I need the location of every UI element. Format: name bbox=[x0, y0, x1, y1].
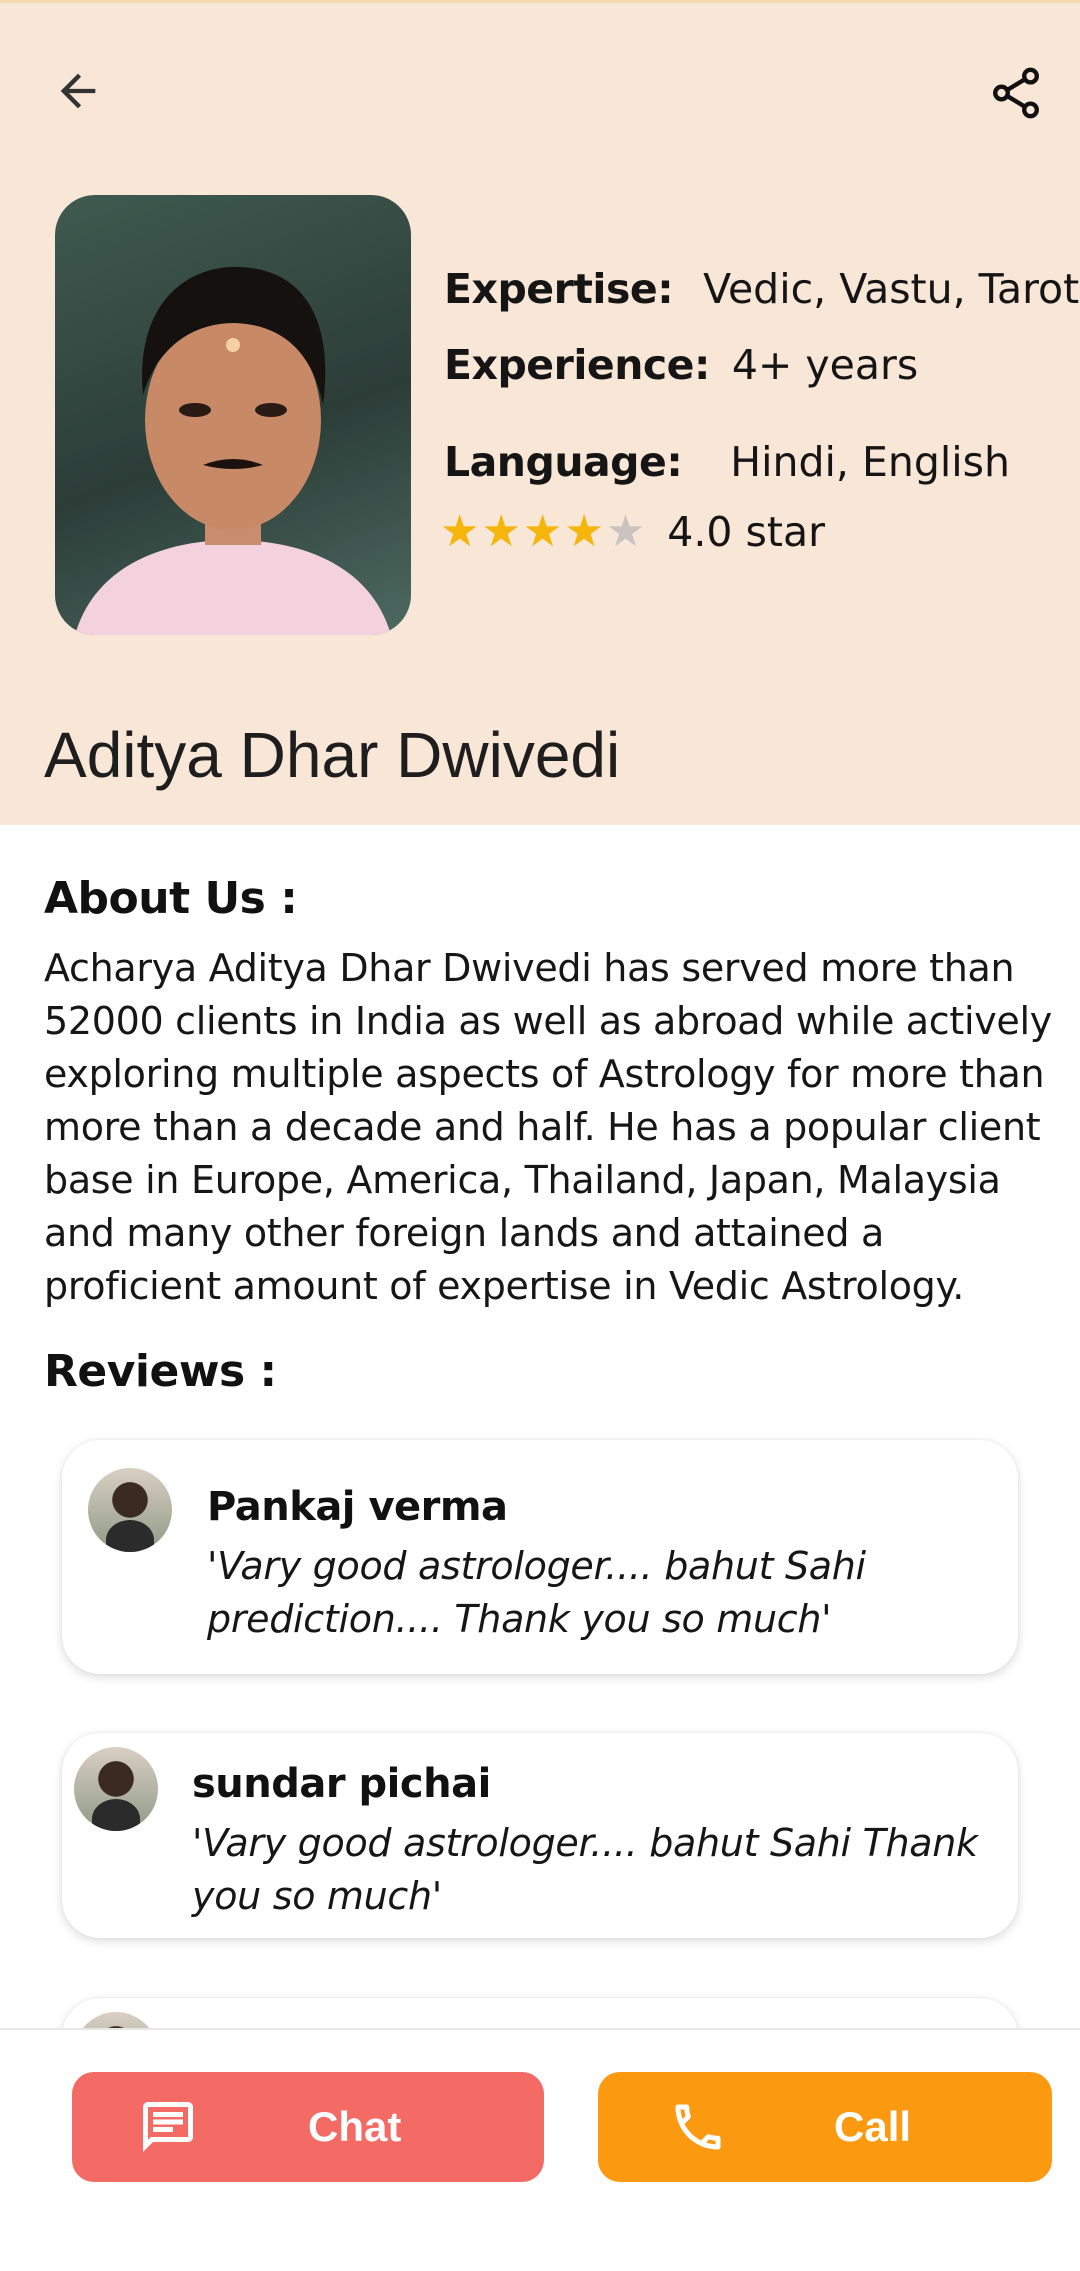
profile-header: Expertise: Vedic, Vastu, Tarot Experienc… bbox=[0, 0, 1080, 825]
language-value: Hindi, English bbox=[730, 438, 1010, 486]
language-label: Language: bbox=[444, 438, 683, 486]
language-row: Language: Hindi, English bbox=[444, 438, 1010, 486]
chat-button[interactable]: Chat bbox=[72, 2072, 544, 2182]
chat-icon bbox=[143, 2102, 193, 2152]
star-filled-icon: ★ bbox=[440, 506, 480, 557]
rating-stars: ★★★★★ bbox=[440, 510, 647, 554]
person-portrait-icon bbox=[75, 266, 391, 635]
chat-label: Chat bbox=[308, 2103, 402, 2150]
expertise-label: Expertise: bbox=[444, 265, 674, 313]
experience-value: 4+ years bbox=[731, 341, 919, 389]
call-button[interactable]: Call bbox=[598, 2072, 1052, 2182]
expertise-row: Expertise: Vedic, Vastu, Tarot bbox=[444, 265, 1079, 313]
share-button[interactable] bbox=[976, 53, 1056, 133]
experience-row: Experience: 4+ years bbox=[444, 341, 918, 389]
star-filled-icon: ★ bbox=[481, 506, 521, 557]
experience-label: Experience: bbox=[444, 341, 710, 389]
star-filled-icon: ★ bbox=[522, 506, 563, 557]
reviewer-name: sundar pichai bbox=[192, 1761, 491, 1807]
rating-row: ★★★★★ 4.0 star bbox=[440, 508, 825, 556]
astrologer-name: Aditya Dhar Dwivedi bbox=[44, 719, 621, 791]
avatar bbox=[74, 1747, 158, 1831]
expertise-value: Vedic, Vastu, Tarot bbox=[703, 265, 1080, 313]
reviews-title: Reviews : bbox=[44, 1346, 277, 1397]
star-empty-icon: ★ bbox=[605, 506, 646, 557]
action-bar: Chat Call bbox=[0, 2028, 1080, 2271]
call-label: Call bbox=[834, 2103, 912, 2150]
review-card: Pankaj verma 'Vary good astrologer.... b… bbox=[62, 1440, 1018, 1674]
star-filled-icon: ★ bbox=[564, 506, 604, 557]
reviewer-name: Pankaj verma bbox=[207, 1484, 508, 1530]
review-card: sundar pichai 'Vary good astrologer.... … bbox=[62, 1733, 1018, 1938]
review-text: 'Vary good astrologer.... bahut Sahi Tha… bbox=[192, 1821, 978, 1918]
arrow-left-icon bbox=[60, 73, 96, 109]
about-text: Acharya Aditya Dhar Dwivedi has served m… bbox=[44, 946, 1052, 1308]
about-title: About Us : bbox=[44, 873, 298, 924]
phone-icon bbox=[675, 2104, 721, 2150]
astrologer-photo bbox=[55, 195, 411, 635]
avatar bbox=[88, 1468, 172, 1552]
back-button[interactable] bbox=[40, 53, 116, 129]
rating-text: 4.0 star bbox=[667, 508, 825, 556]
review-text: 'Vary good astrologer.... bahut Sahi pre… bbox=[207, 1544, 866, 1641]
share-icon bbox=[993, 67, 1039, 119]
